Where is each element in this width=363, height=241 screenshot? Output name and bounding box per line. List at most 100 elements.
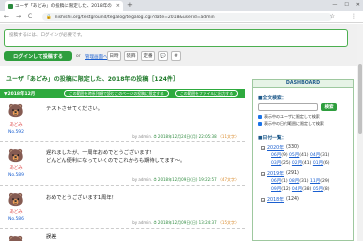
checkbox-label: 表示中の日付範囲に限定して検索 (264, 121, 324, 126)
forward-icon[interactable]: → (16, 13, 21, 21)
post-date[interactable]: 2018年12月24日(月) 22:05:38 (158, 134, 217, 139)
post-meta: by admin. ⏱ 2018年12月24日(月) 22:05:38 〈11文… (132, 134, 239, 140)
browser-tab-bar: ユーザ「あどみ」の投稿に限定した、2018年の × + — ☐ ✕ (0, 0, 363, 11)
post-entry: 🐻 あどみ No.589 遅れましたが、一周年おめでとうございます! どんどん便… (0, 145, 245, 186)
clock-icon: ⏱ (153, 134, 157, 139)
month-count: (38) (302, 187, 312, 192)
post-meta: by admin. ⏱ 2018年12月09日(日) 13:24:37 〈15文… (132, 220, 239, 226)
month-link[interactable]: 03月 (271, 161, 281, 166)
month-link[interactable]: 05月 (289, 153, 299, 158)
window-controls: — ☐ ✕ (332, 2, 360, 8)
month-link[interactable]: 05月 (313, 187, 323, 192)
month-count: (6) (323, 161, 330, 166)
post-username[interactable]: あどみ (5, 209, 27, 215)
url-text: nishishi.org/testground/tegalog/tegalog.… (54, 14, 215, 20)
close-tab-icon[interactable]: × (116, 3, 120, 9)
back-icon[interactable]: ← (4, 13, 9, 21)
dashboard-header: DASHBOARD (253, 80, 353, 88)
month-link[interactable]: 04月 (310, 153, 320, 158)
month-count: (31) (299, 179, 309, 184)
year-count: (330) (286, 145, 299, 150)
clock-icon: ⏱ (153, 220, 157, 225)
month-link[interactable]: 04月 (292, 187, 302, 192)
url-field[interactable]: 🔒 nishishi.org/testground/tegalog/tegalo… (42, 13, 332, 21)
bear-avatar-icon: 🐻 (7, 104, 25, 119)
browser-menu-icon[interactable]: ⋮ (351, 13, 357, 21)
month-bar: ▼2018年12月 この範囲を時系列順で読むこのページの投稿に限定する この範囲… (0, 89, 245, 98)
month-link[interactable]: 11月 (310, 179, 320, 184)
month-link[interactable]: 06月 (271, 179, 281, 184)
post-number[interactable]: No.589 (5, 173, 27, 178)
archive-year-2020[interactable]: − 2020年 (330) (261, 144, 299, 151)
month-count: (1) (281, 179, 288, 184)
post-author[interactable]: by admin. (132, 220, 152, 225)
export-file-link[interactable]: この範囲をファイルに出力する (175, 90, 239, 97)
read-chronological-link[interactable]: この範囲を時系列順で読むこのページの投稿に限定する (64, 90, 169, 97)
post-author[interactable]: by admin. (132, 134, 152, 139)
post-username[interactable]: あどみ (5, 122, 27, 128)
post-date[interactable]: 2018年12月09日(日) 13:24:37 (158, 220, 217, 225)
month-link[interactable]: 01月 (313, 161, 323, 166)
close-window-icon[interactable]: ✕ (356, 2, 360, 8)
dashboard-sidebar: DASHBOARD ■全文検索： 検索 表示中のユーザに限定して検索 表示中の日… (252, 79, 354, 241)
post-text-line: 誤差 (46, 234, 57, 240)
browser-tab[interactable]: ユーザ「あどみ」の投稿に限定した、2018年の × (5, 1, 123, 11)
month-count: (41) (302, 161, 312, 166)
template-button[interactable]: 定番 (141, 51, 155, 61)
month-link[interactable]: 02月 (292, 161, 302, 166)
year-link[interactable]: 2019年 (267, 170, 284, 177)
scrollbar-thumb[interactable] (358, 64, 362, 134)
month-link[interactable]: 06月 (271, 153, 281, 158)
post-text: 遅れましたが、一周年おめでとうございます! どんどん便利になっていくのでこれから… (46, 149, 185, 165)
post-meta: by admin. ⏱ 2018年12月09日(日) 19:22:57 〈47文… (132, 177, 239, 183)
page-scrollbar[interactable] (357, 24, 363, 241)
clock-icon: ⏱ (153, 177, 157, 182)
post-entry: 🐻 あどみ No.586 おめでとうございます1周年！ by admin. ⏱ … (0, 189, 245, 229)
post-username[interactable]: あどみ (5, 165, 27, 171)
new-tab-button[interactable]: + (127, 2, 133, 9)
datetime-button[interactable]: 日時 (107, 51, 121, 61)
tab-title: ユーザ「あどみ」の投稿に限定した、2018年の (15, 4, 112, 9)
reload-icon[interactable]: C (28, 13, 32, 21)
login-post-button[interactable]: ログインして投稿する (4, 51, 72, 61)
month-count: (29) (320, 179, 330, 184)
date-filter-checkbox[interactable]: 表示中の日付範囲に限定して検索 (258, 121, 324, 127)
search-button[interactable]: 検索 (321, 103, 337, 111)
archive-title: ■日付一覧： (258, 136, 287, 141)
month-link[interactable]: 08月 (289, 179, 299, 184)
archive-year-2018[interactable]: − 2018年 (124) (261, 196, 299, 203)
month-link[interactable]: 09月 (271, 187, 281, 192)
month-count: (12) (281, 187, 291, 192)
month-count: (8) (323, 187, 330, 192)
year-count: (291) (286, 171, 299, 176)
lock-icon: 🔒 (46, 14, 52, 20)
hashtag-button[interactable]: # (171, 51, 181, 61)
post-text-line: おめでとうございます1周年！ (46, 195, 117, 201)
year-link[interactable]: 2020年 (267, 144, 284, 151)
admin-link[interactable]: 管理画面へ (85, 54, 108, 60)
post-number[interactable]: No.586 (5, 217, 27, 222)
bear-avatar-icon: 🐻 (7, 193, 25, 208)
minimize-icon[interactable]: — (332, 2, 337, 8)
emoji-button[interactable]: 💬 (158, 51, 168, 61)
year-link[interactable]: 2018年 (267, 196, 284, 203)
search-title: ■全文検索： (258, 96, 287, 101)
expand-icon[interactable]: − (261, 197, 265, 202)
maximize-icon[interactable]: ☐ (344, 2, 348, 8)
expand-icon[interactable]: − (261, 145, 265, 150)
archive-year-2019[interactable]: − 2019年 (291) (261, 170, 299, 177)
post-date[interactable]: 2018年12月09日(日) 19:22:57 (158, 177, 217, 182)
or-label: or (76, 54, 81, 59)
char-count: 〈11文字〉 (217, 134, 239, 139)
post-textarea[interactable]: 投稿するには、ログインが必要です。 (4, 29, 348, 47)
decoration-button[interactable]: 装飾 (124, 51, 138, 61)
bookmark-star-icon[interactable]: ☆ (330, 13, 335, 21)
checkbox-checked-icon[interactable] (258, 115, 262, 119)
search-input[interactable] (258, 103, 318, 111)
post-author[interactable]: by admin. (132, 177, 152, 182)
checkbox-checked-icon[interactable] (258, 122, 262, 126)
expand-icon[interactable]: − (261, 171, 265, 176)
post-number[interactable]: No.592 (5, 130, 27, 135)
char-count: 〈47文字〉 (217, 177, 239, 182)
user-filter-checkbox[interactable]: 表示中のユーザに限定して検索 (258, 114, 320, 120)
